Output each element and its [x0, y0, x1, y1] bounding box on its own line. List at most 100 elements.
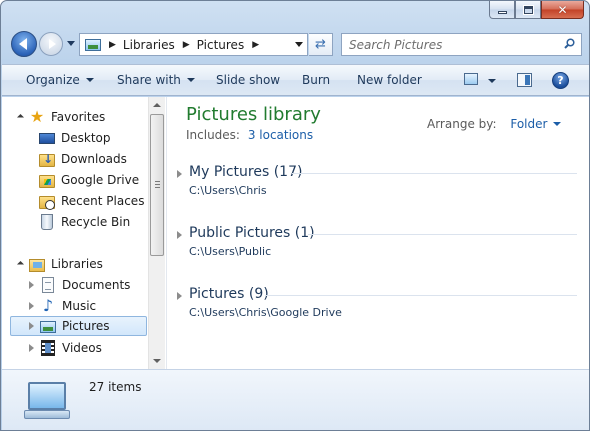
- group-divider: [308, 234, 577, 235]
- navigation-pane: ★ Favorites Desktop Downloads Google Dri…: [2, 97, 148, 369]
- libraries-icon: [29, 258, 45, 272]
- organize-label: Organize: [26, 73, 80, 87]
- sidebar-item-recent-places[interactable]: Recent Places: [39, 191, 144, 211]
- documents-icon: [42, 277, 54, 293]
- minimize-button[interactable]: [489, 1, 515, 19]
- pictures-icon: [40, 321, 56, 333]
- collapsed-arrow-icon[interactable]: [177, 292, 182, 300]
- sidebar-item-label: Music: [62, 299, 97, 313]
- forward-button[interactable]: [39, 32, 63, 56]
- music-icon: ♪: [42, 296, 54, 315]
- sidebar-item-desktop[interactable]: Desktop: [39, 128, 111, 148]
- includes-label: Includes:: [186, 128, 240, 142]
- new-folder-label: New folder: [357, 73, 422, 87]
- minimize-icon: [497, 10, 507, 14]
- burn-button[interactable]: Burn: [302, 73, 330, 87]
- arrange-by-dropdown[interactable]: Folder: [510, 117, 562, 131]
- folder-group-name[interactable]: Public Pictures (1): [189, 225, 315, 241]
- google-drive-folder-icon: [39, 174, 55, 188]
- explorer-window: ✕ ▶ Libraries ▶ Pictures ▶ ⇄ Organize Sh…: [0, 0, 590, 431]
- search-icon[interactable]: [564, 38, 575, 49]
- command-bar: Organize Share with Slide show Burn New …: [2, 64, 589, 96]
- breadcrumb-separator-icon[interactable]: ▶: [183, 40, 190, 50]
- breadcrumb-pictures[interactable]: Pictures: [197, 38, 245, 52]
- folder-group[interactable]: Pictures (9) C:\Users\Chris\Google Drive: [177, 286, 577, 326]
- sidebar-item-documents[interactable]: Documents: [29, 275, 130, 295]
- view-options-dropdown-icon[interactable]: [488, 79, 496, 83]
- folder-group-name[interactable]: Pictures (9): [189, 286, 269, 302]
- sidebar-item-videos[interactable]: Videos: [29, 338, 102, 358]
- folder-group-path: C:\Users\Chris: [189, 184, 267, 197]
- folder-group[interactable]: My Pictures (17) C:\Users\Chris: [177, 164, 577, 204]
- page-title: Pictures library: [186, 104, 321, 125]
- maximize-button[interactable]: [515, 1, 541, 19]
- recent-pages-dropdown[interactable]: [67, 41, 75, 46]
- collapsed-arrow-icon[interactable]: [29, 302, 34, 310]
- videos-icon: [41, 340, 55, 356]
- star-icon: ★: [29, 107, 45, 126]
- burn-label: Burn: [302, 73, 331, 87]
- arrange-by-label: Arrange by:: [427, 117, 497, 131]
- slide-show-button[interactable]: Slide show: [216, 73, 280, 87]
- share-with-button[interactable]: Share with: [117, 73, 195, 87]
- close-button[interactable]: ✕: [541, 1, 584, 19]
- back-arrow-icon: [18, 38, 27, 50]
- chevron-down-icon: [85, 78, 94, 82]
- folder-group-name[interactable]: My Pictures (17): [189, 164, 302, 180]
- collapsed-arrow-icon[interactable]: [177, 231, 182, 239]
- sidebar-item-libraries[interactable]: Libraries: [16, 254, 103, 274]
- sidebar-item-label: Pictures: [62, 319, 110, 333]
- new-folder-button[interactable]: New folder: [357, 73, 422, 87]
- recent-places-icon: [39, 195, 55, 210]
- breadcrumb-separator-icon[interactable]: ▶: [109, 40, 116, 50]
- scroll-up-icon[interactable]: [153, 103, 161, 107]
- expanded-arrow-icon[interactable]: [16, 113, 25, 121]
- maximize-icon: [522, 4, 534, 15]
- sidebar-item-downloads[interactable]: Downloads: [39, 149, 127, 169]
- back-button[interactable]: [11, 31, 37, 57]
- breadcrumb-separator-icon[interactable]: ▶: [252, 40, 259, 50]
- search-box[interactable]: [341, 33, 582, 56]
- expanded-arrow-icon[interactable]: [16, 260, 25, 268]
- sidebar-item-label: Favorites: [51, 110, 106, 124]
- sidebar-item-label: Documents: [62, 278, 131, 292]
- sidebar-item-recycle-bin[interactable]: Recycle Bin: [39, 212, 130, 232]
- slide-show-label: Slide show: [216, 73, 281, 87]
- collapsed-arrow-icon[interactable]: [177, 170, 182, 178]
- collapsed-arrow-icon[interactable]: [29, 322, 34, 330]
- organize-button[interactable]: Organize: [26, 73, 94, 87]
- pictures-location-icon: [85, 38, 101, 51]
- sidebar-item-favorites[interactable]: ★ Favorites: [16, 107, 106, 127]
- help-icon[interactable]: ?: [552, 72, 569, 89]
- sidebar-item-google-drive[interactable]: Google Drive: [39, 170, 139, 190]
- group-divider: [292, 173, 577, 174]
- scrollbar-thumb[interactable]: [150, 114, 164, 256]
- sidebar-item-label: Downloads: [61, 152, 127, 166]
- collapsed-arrow-icon[interactable]: [29, 281, 34, 289]
- sidebar-item-label: Libraries: [51, 257, 103, 271]
- details-pane: 27 items: [2, 369, 589, 430]
- folder-group-path: C:\Users\Chris\Google Drive: [189, 306, 342, 319]
- locations-link[interactable]: 3 locations: [248, 128, 313, 142]
- collapsed-arrow-icon[interactable]: [29, 344, 34, 352]
- preview-base: [24, 410, 70, 419]
- recycle-bin-icon: [41, 214, 53, 230]
- address-bar[interactable]: ▶ Libraries ▶ Pictures ▶: [79, 33, 308, 56]
- change-view-icon[interactable]: [464, 73, 478, 85]
- navigation-scrollbar[interactable]: [148, 97, 165, 369]
- preview-pane-icon[interactable]: [517, 73, 532, 87]
- address-history-dropdown-icon[interactable]: [295, 42, 303, 47]
- breadcrumb-libraries[interactable]: Libraries: [123, 38, 175, 52]
- file-list-pane: Pictures library Includes: 3 locations A…: [166, 97, 589, 369]
- refresh-icon: ⇄: [315, 37, 326, 52]
- refresh-button[interactable]: ⇄: [309, 33, 333, 56]
- folder-group[interactable]: Public Pictures (1) C:\Users\Public: [177, 225, 577, 265]
- scroll-down-icon[interactable]: [153, 359, 161, 363]
- search-input[interactable]: [342, 37, 552, 52]
- sidebar-item-music[interactable]: ♪ Music: [29, 296, 96, 316]
- sidebar-item-pictures[interactable]: Pictures: [10, 316, 147, 336]
- downloads-folder-icon: [39, 152, 55, 167]
- close-icon: ✕: [557, 2, 568, 17]
- arrange-by-value: Folder: [510, 117, 548, 131]
- sidebar-item-label: Videos: [62, 341, 102, 355]
